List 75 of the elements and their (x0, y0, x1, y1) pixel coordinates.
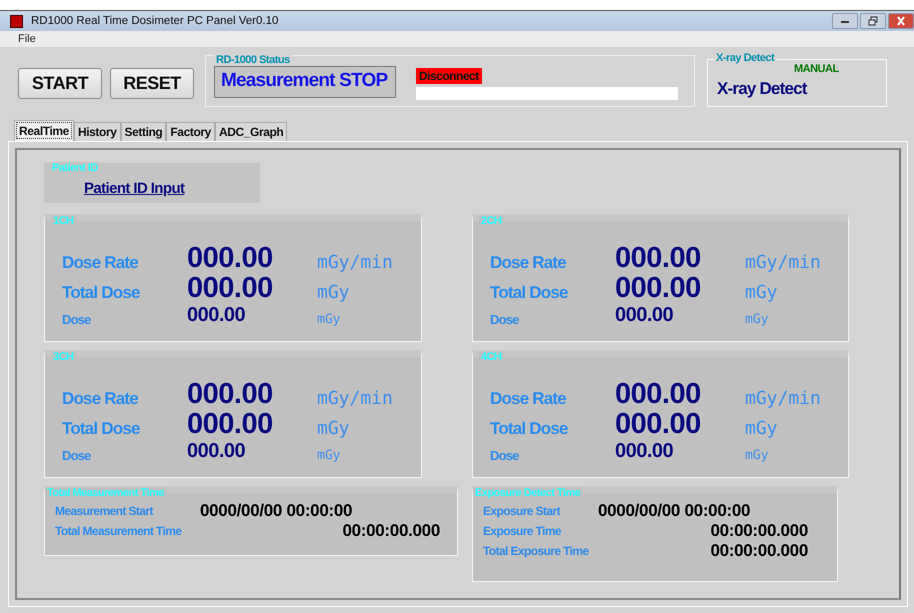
restore-icon (867, 16, 879, 26)
unit-label: mGy (745, 418, 779, 439)
connection-badge: Disconnect (416, 68, 482, 84)
window-title: RD1000 Real Time Dosimeter PC Panel Ver0.10 (31, 15, 278, 27)
unit-label: mGy (745, 312, 770, 327)
time-label: Exposure Time (483, 524, 562, 538)
reading-value: 000.00 (187, 303, 246, 327)
close-icon (895, 16, 907, 26)
mode-label: MANUAL (794, 63, 839, 75)
frame-title: 1CH (51, 215, 76, 227)
reading-label: Dose (62, 312, 92, 327)
reading-value: 000.00 (615, 379, 702, 409)
unit-label: mGy (317, 418, 351, 439)
tab[interactable]: ADC_Graph (214, 122, 288, 141)
action-button[interactable]: RESET (110, 68, 194, 99)
reading-value: 000.00 (187, 409, 274, 439)
reading-value: 000.00 (615, 439, 674, 463)
minimize-button[interactable] (832, 13, 858, 29)
reading-value: 000.00 (187, 243, 274, 273)
reading-label: Dose Rate (490, 253, 568, 273)
unit-label: mGy/min (745, 388, 822, 409)
patient-id-link[interactable]: Patient ID Input (84, 180, 184, 197)
reading-label: Total Dose (490, 419, 569, 439)
reading-value: 000.00 (187, 379, 274, 409)
frame-title: 2CH (479, 215, 504, 227)
unit-label: mGy (745, 282, 779, 303)
tab[interactable]: History (74, 122, 120, 141)
xray-status: X-ray Detect (717, 79, 807, 99)
reading-label: Total Dose (490, 283, 569, 303)
unit-label: mGy/min (317, 252, 394, 273)
reading-label: Dose (490, 448, 520, 463)
menu-item[interactable]: File (18, 33, 36, 45)
unit-label: mGy (745, 448, 770, 463)
time-label: Total Measurement Time (55, 524, 183, 538)
time-value: 00:00:00.000 (709, 521, 808, 541)
unit-label: mGy (317, 448, 342, 463)
unit-label: mGy/min (317, 388, 394, 409)
reading-value: 000.00 (615, 273, 702, 303)
close-button[interactable] (888, 13, 914, 29)
reading-label: Dose Rate (62, 389, 140, 409)
unit-label: mGy (317, 312, 342, 327)
time-label: Exposure Start (483, 504, 562, 518)
app-logo-icon (10, 14, 23, 28)
restore-button[interactable] (860, 13, 886, 29)
unit-label: mGy (317, 282, 351, 303)
unit-label: mGy/min (745, 252, 822, 273)
frame-title: RD-1000 Status (214, 54, 292, 66)
frame-title: Total Measurement Time (45, 487, 166, 499)
time-value: 0000/00/00 00:00:00 (598, 501, 752, 521)
time-value: 00:00:00.000 (341, 521, 440, 541)
tab[interactable]: Setting (120, 122, 166, 141)
tab[interactable]: RealTime (14, 120, 74, 141)
reading-value: 000.00 (187, 273, 274, 303)
reading-value: 000.00 (615, 243, 702, 273)
reading-value: 000.00 (187, 439, 246, 463)
reading-label: Dose Rate (62, 253, 140, 273)
reading-label: Dose Rate (490, 389, 568, 409)
frame-title: Exposure Detect Time (473, 487, 582, 499)
frame-title: Patient ID (50, 162, 100, 174)
frame-title: 3CH (51, 351, 76, 363)
time-value: 00:00:00.000 (709, 541, 808, 561)
reading-label: Dose (490, 312, 520, 327)
tab[interactable]: Factory (166, 122, 215, 141)
time-label: Measurement Start (55, 504, 154, 518)
time-label: Total Exposure Time (483, 544, 590, 558)
reading-label: Total Dose (62, 419, 141, 439)
status-display: Measurement STOP (214, 66, 396, 98)
frame-title: X-ray Detect (714, 52, 776, 64)
time-value: 0000/00/00 00:00:00 (200, 501, 354, 521)
reading-value: 000.00 (615, 409, 702, 439)
reading-label: Dose (62, 448, 92, 463)
reading-label: Total Dose (62, 283, 141, 303)
action-button[interactable]: START (18, 68, 102, 99)
frame-title: 4CH (479, 351, 504, 363)
reading-value: 000.00 (615, 303, 674, 327)
